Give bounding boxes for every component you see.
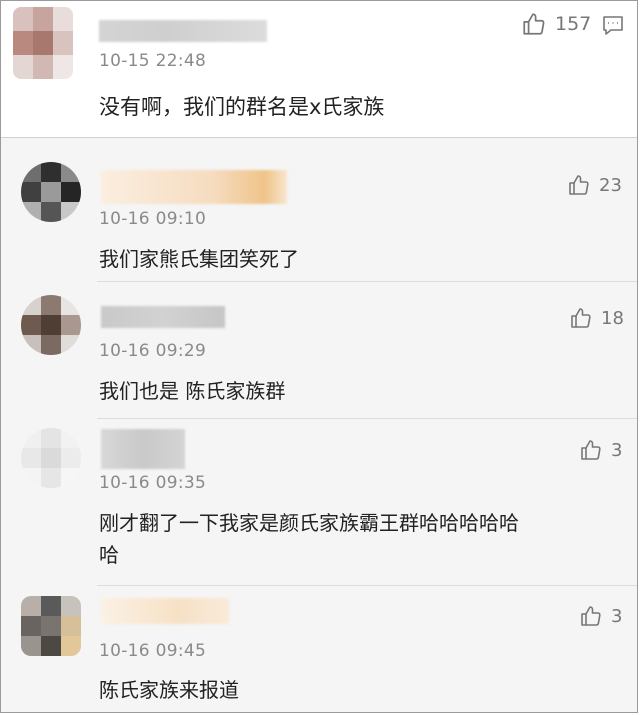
thumbs-up-icon [569, 306, 593, 330]
username-blurred[interactable] [101, 598, 229, 624]
reply-list: 10-16 09:10 我们家熊氏集团笑死了 23 10-16 09:29 我们… [1, 138, 637, 712]
like-button[interactable]: 3 [579, 438, 622, 462]
username-blurred[interactable] [101, 306, 225, 328]
reply-text: 陈氏家族来报道 [99, 678, 239, 702]
reply-time: 10-16 09:29 [99, 341, 207, 361]
username-blurred[interactable] [101, 429, 185, 469]
reply-text: 刚才翻了一下我家是颜氏家族霸王群哈哈哈哈哈 哈 [99, 511, 519, 567]
like-count: 3 [611, 605, 623, 627]
user-avatar[interactable] [21, 596, 81, 656]
thumbs-up-icon [579, 438, 603, 462]
thumbs-up-icon [567, 173, 591, 197]
username-blurred[interactable] [101, 170, 287, 204]
user-avatar[interactable] [21, 162, 81, 222]
reply-divider [97, 281, 637, 282]
user-avatar[interactable] [21, 295, 81, 355]
user-avatar[interactable] [13, 7, 73, 79]
reply-time: 10-16 09:35 [99, 473, 207, 493]
username-blurred[interactable] [99, 20, 267, 42]
like-count: 23 [599, 174, 622, 196]
reply-text: 我们家熊氏集团笑死了 [99, 247, 299, 271]
like-button[interactable]: 3 [579, 604, 622, 628]
reply-divider [97, 585, 637, 586]
comment-icon[interactable] [601, 13, 625, 41]
like-button[interactable]: 157 [521, 11, 591, 37]
reply-time: 10-16 09:10 [99, 209, 207, 229]
thumbs-up-icon [579, 604, 603, 628]
like-count: 157 [555, 13, 592, 35]
comment-text: 没有啊，我们的群名是x氏家族 [99, 95, 385, 119]
reply-text: 我们也是 陈氏家族群 [99, 379, 286, 403]
reply-divider [97, 418, 637, 419]
thumbs-up-icon [521, 11, 547, 37]
like-button[interactable]: 18 [569, 306, 624, 330]
like-button[interactable]: 23 [567, 173, 622, 197]
user-avatar[interactable] [21, 428, 81, 488]
comment-thread: 10-15 22:48 没有啊，我们的群名是x氏家族 157 10-16 09:… [0, 0, 638, 713]
like-count: 18 [601, 307, 624, 329]
like-count: 3 [611, 439, 623, 461]
main-comment: 10-15 22:48 没有啊，我们的群名是x氏家族 157 [1, 1, 637, 137]
reply-time: 10-16 09:45 [99, 641, 207, 661]
comment-time: 10-15 22:48 [99, 51, 207, 71]
